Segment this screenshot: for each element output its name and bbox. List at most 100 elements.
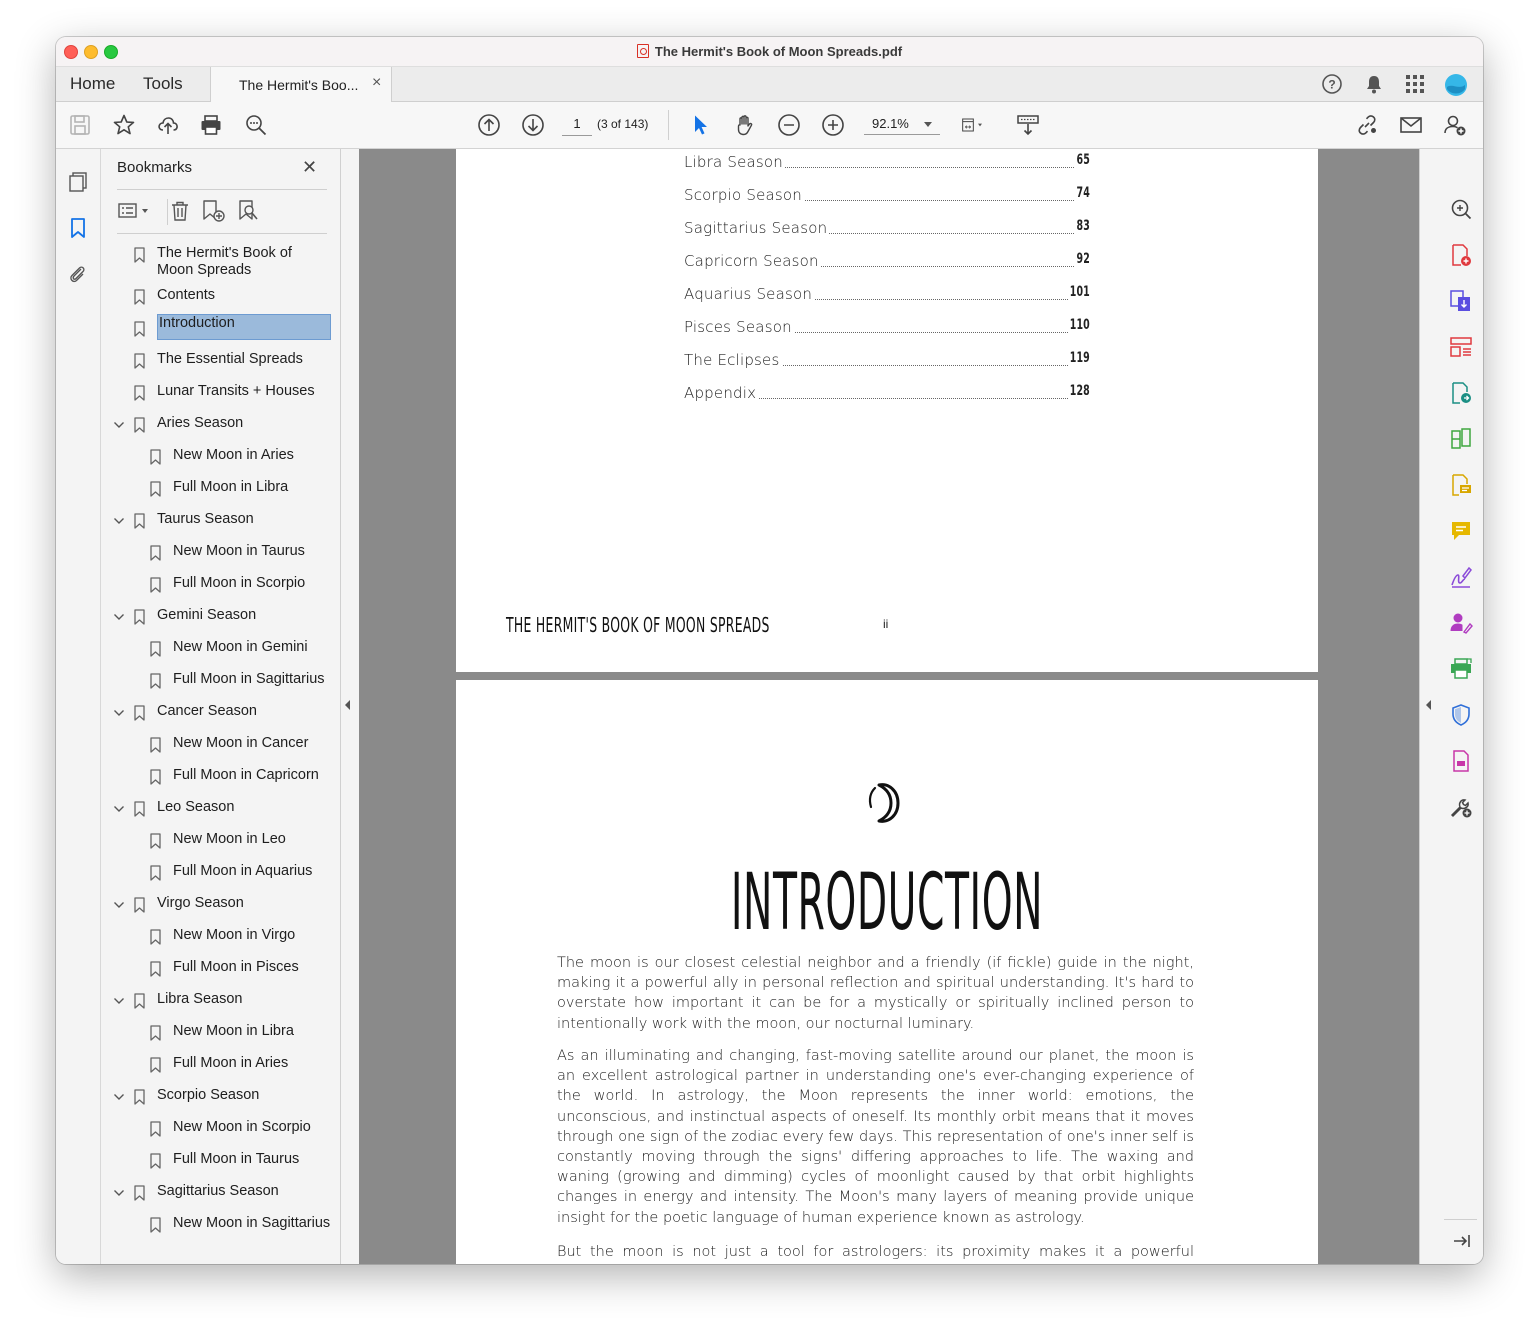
chevron-down-icon[interactable] bbox=[113, 419, 125, 431]
new-bookmark-icon[interactable] bbox=[201, 199, 227, 223]
bookmark-item[interactable]: Introduction bbox=[101, 314, 340, 347]
page-number-input[interactable]: 1 bbox=[562, 113, 592, 136]
redact-document-icon[interactable] bbox=[1449, 749, 1473, 773]
enhance-scan-icon[interactable] bbox=[1449, 197, 1473, 221]
bookmark-item[interactable]: Virgo Season bbox=[101, 895, 340, 923]
zoom-level-dropdown[interactable]: 92.1% bbox=[864, 113, 940, 135]
bookmark-subitem[interactable]: New Moon in Leo bbox=[101, 831, 340, 859]
close-panel-button[interactable]: ✕ bbox=[302, 157, 317, 178]
chevron-down-icon[interactable] bbox=[113, 899, 125, 911]
sign-pen-icon[interactable] bbox=[1449, 565, 1473, 589]
bookmark-item[interactable]: Cancer Season bbox=[101, 703, 340, 731]
edit-pdf-icon[interactable] bbox=[1449, 381, 1473, 405]
toc-entry[interactable]: The Eclipses 119 bbox=[684, 350, 1090, 375]
chevron-down-icon[interactable] bbox=[113, 995, 125, 1007]
print-icon[interactable] bbox=[199, 113, 223, 137]
tab-close-button[interactable]: × bbox=[372, 74, 381, 92]
delete-trash-icon[interactable] bbox=[168, 199, 192, 223]
bookmarks-panel-icon[interactable] bbox=[67, 217, 89, 239]
bookmark-subitem[interactable]: Full Moon in Libra bbox=[101, 479, 340, 507]
share-link-icon[interactable] bbox=[1355, 113, 1379, 137]
tab-home[interactable]: Home bbox=[70, 74, 115, 94]
scroll-mode-icon[interactable] bbox=[1016, 113, 1040, 137]
previous-page-icon[interactable] bbox=[477, 113, 501, 137]
bookmark-item[interactable]: Sagittarius Season bbox=[101, 1183, 340, 1211]
fill-sign-icon[interactable] bbox=[1449, 473, 1473, 497]
bookmark-item[interactable]: Scorpio Season bbox=[101, 1087, 340, 1115]
next-page-icon[interactable] bbox=[521, 113, 545, 137]
chevron-down-icon[interactable] bbox=[113, 1091, 125, 1103]
collapse-right-panel-icon[interactable] bbox=[1426, 700, 1431, 710]
page-thumbnails-icon[interactable] bbox=[67, 171, 89, 193]
toc-entry[interactable]: Scorpio Season 74 bbox=[684, 185, 1090, 210]
bookmark-subitem[interactable]: New Moon in Virgo bbox=[101, 927, 340, 955]
attachment-paperclip-icon[interactable] bbox=[67, 263, 89, 285]
chevron-down-icon[interactable] bbox=[113, 707, 125, 719]
export-pdf-icon[interactable] bbox=[1449, 289, 1473, 313]
user-avatar[interactable] bbox=[1444, 73, 1467, 96]
cloud-upload-icon[interactable] bbox=[156, 113, 180, 137]
bookmark-subitem[interactable]: Full Moon in Scorpio bbox=[101, 575, 340, 603]
help-icon[interactable]: ? bbox=[1321, 73, 1343, 95]
zoom-out-icon[interactable] bbox=[777, 113, 801, 137]
bookmark-item[interactable]: Contents bbox=[101, 287, 340, 315]
comment-icon[interactable] bbox=[1449, 519, 1473, 543]
bookmark-item[interactable]: Aries Season bbox=[101, 415, 340, 443]
save-icon[interactable] bbox=[68, 113, 92, 137]
select-arrow-icon[interactable] bbox=[689, 113, 713, 137]
toc-entry[interactable]: Capricorn Season 92 bbox=[684, 251, 1090, 276]
bookmark-subitem[interactable]: Full Moon in Aquarius bbox=[101, 863, 340, 891]
protect-shield-icon[interactable] bbox=[1449, 703, 1473, 727]
organize-pages-icon[interactable] bbox=[1449, 335, 1473, 359]
right-panel-splitter[interactable] bbox=[1419, 149, 1438, 1264]
bookmark-item[interactable]: Leo Season bbox=[101, 799, 340, 827]
star-bookmark-icon[interactable] bbox=[112, 113, 136, 137]
chevron-down-icon[interactable] bbox=[113, 515, 125, 527]
bookmark-subitem[interactable]: Full Moon in Aries bbox=[101, 1055, 340, 1083]
toc-entry[interactable]: Pisces Season 110 bbox=[684, 317, 1090, 342]
bookmark-subitem[interactable]: Full Moon in Capricorn bbox=[101, 767, 340, 795]
chevron-down-icon[interactable] bbox=[113, 1187, 125, 1199]
page-fit-icon[interactable] bbox=[960, 113, 996, 137]
bookmark-subitem[interactable]: Full Moon in Sagittarius bbox=[101, 671, 340, 699]
bookmark-search-icon[interactable] bbox=[237, 199, 263, 223]
email-envelope-icon[interactable] bbox=[1399, 113, 1423, 137]
zoom-in-icon[interactable] bbox=[821, 113, 845, 137]
collapse-left-panel-icon[interactable] bbox=[345, 700, 350, 710]
bookmark-item[interactable]: Taurus Season bbox=[101, 511, 340, 539]
bookmark-item[interactable]: Gemini Season bbox=[101, 607, 340, 635]
tab-document[interactable]: The Hermit's Boo... × bbox=[210, 67, 392, 102]
collapse-tools-pane-icon[interactable] bbox=[1449, 1229, 1473, 1253]
add-user-share-icon[interactable] bbox=[1443, 113, 1467, 137]
bookmark-item[interactable]: Libra Season bbox=[101, 991, 340, 1019]
bookmark-subitem[interactable]: New Moon in Cancer bbox=[101, 735, 340, 763]
toc-entry[interactable]: Appendix 128 bbox=[684, 383, 1090, 408]
toc-entry[interactable]: Aquarius Season 101 bbox=[684, 284, 1090, 309]
hand-pan-icon[interactable] bbox=[733, 113, 757, 137]
bookmark-subitem[interactable]: New Moon in Aries bbox=[101, 447, 340, 475]
notifications-bell-icon[interactable] bbox=[1363, 73, 1385, 95]
more-tools-wrench-icon[interactable] bbox=[1449, 795, 1473, 819]
toc-entry[interactable]: Libra Season 65 bbox=[684, 152, 1090, 177]
compare-files-icon[interactable] bbox=[1449, 427, 1473, 451]
bookmark-subitem[interactable]: New Moon in Sagittarius bbox=[101, 1215, 340, 1243]
bookmark-item[interactable]: The Hermit's Book of Moon Spreads bbox=[101, 245, 340, 278]
bookmark-subitem[interactable]: New Moon in Taurus bbox=[101, 543, 340, 571]
chevron-down-icon[interactable] bbox=[113, 611, 125, 623]
search-zoom-icon[interactable] bbox=[244, 113, 268, 137]
document-viewport[interactable]: Libra Season 65 Scorpio Season 74 Sagittariu… bbox=[359, 149, 1437, 1264]
toc-entry[interactable]: Sagittarius Season 83 bbox=[684, 218, 1090, 243]
request-signatures-icon[interactable] bbox=[1449, 611, 1473, 635]
bookmark-subitem[interactable]: Full Moon in Taurus bbox=[101, 1151, 340, 1179]
create-pdf-icon[interactable] bbox=[1449, 243, 1473, 267]
left-panel-splitter[interactable] bbox=[341, 149, 360, 1264]
bookmark-subitem[interactable]: Full Moon in Pisces bbox=[101, 959, 340, 987]
chevron-down-icon[interactable] bbox=[113, 803, 125, 815]
print-production-icon[interactable] bbox=[1449, 657, 1473, 681]
bookmark-item[interactable]: The Essential Spreads bbox=[101, 351, 340, 379]
bookmark-subitem[interactable]: New Moon in Libra bbox=[101, 1023, 340, 1051]
bookmark-subitem[interactable]: New Moon in Gemini bbox=[101, 639, 340, 667]
tab-tools[interactable]: Tools bbox=[143, 74, 183, 94]
apps-grid-icon[interactable] bbox=[1404, 73, 1426, 95]
bookmark-subitem[interactable]: New Moon in Scorpio bbox=[101, 1119, 340, 1147]
